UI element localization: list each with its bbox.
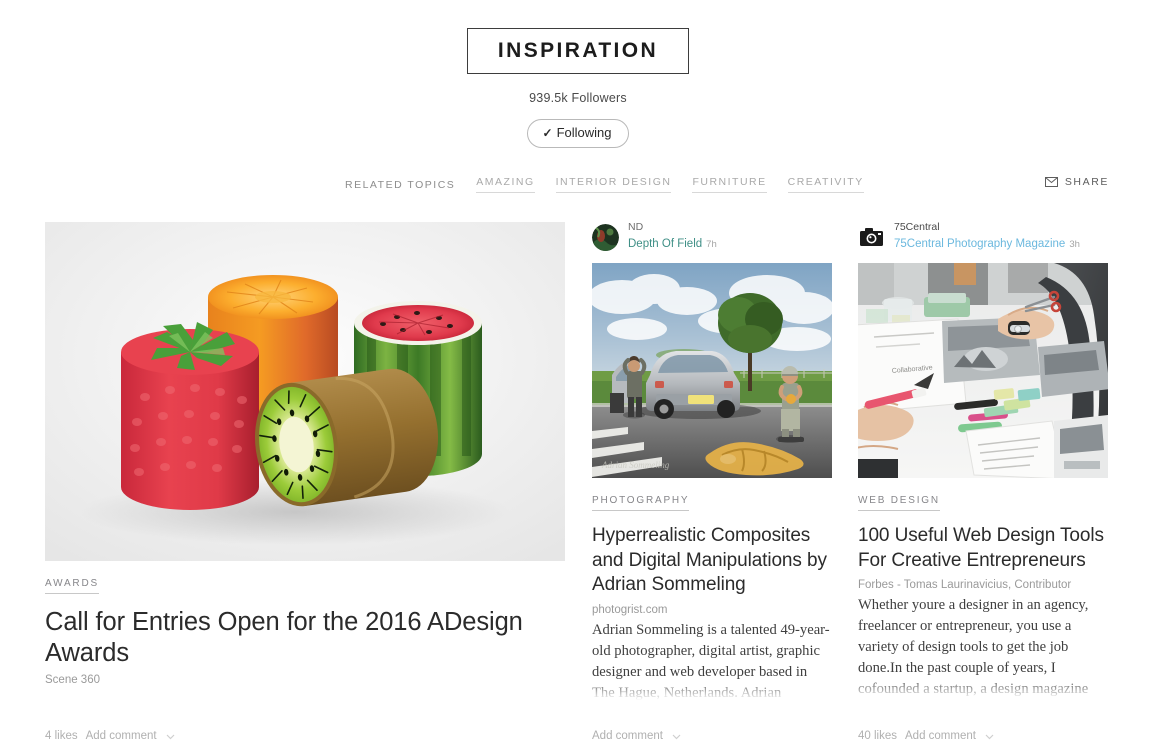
author-publication[interactable]: Depth Of Field [628, 238, 702, 250]
author-row-webdesign[interactable]: 75Central 75Central Photography Magazine… [858, 221, 1108, 252]
author-publication[interactable]: 75Central Photography Magazine [894, 238, 1065, 250]
likes-count[interactable]: 40 likes [858, 730, 897, 742]
article-excerpt-photography: Adrian Sommeling is a talented 49-year-o… [592, 620, 832, 704]
envelope-icon [1044, 177, 1058, 187]
avatar[interactable] [592, 223, 619, 251]
article-source-photography: photogrist.com [592, 604, 668, 617]
add-comment-button[interactable]: Add comment [86, 730, 157, 742]
follower-count: 939.5k Followers [529, 91, 627, 105]
author-name: ND [628, 221, 644, 234]
topic-chip-interior-design[interactable]: INTERIOR DESIGN [555, 176, 672, 193]
card-footer-webdesign: 40 likes Add comment [858, 726, 995, 746]
article-image-car-composite[interactable]: Adrian Sommeling [592, 263, 832, 478]
chevron-down-icon[interactable] [165, 731, 176, 742]
article-title-webdesign[interactable]: 100 Useful Web Design Tools For Creative… [858, 524, 1108, 573]
likes-count[interactable]: 4 likes [45, 730, 78, 742]
author-timestamp: 3h [1069, 238, 1080, 250]
check-icon: ✓ [542, 126, 553, 140]
category-label-awards[interactable]: AWARDS [45, 578, 99, 594]
card-footer-photography: Add comment [592, 726, 682, 746]
related-topics-label: RELATED TOPICS [345, 178, 456, 191]
card-footer-awards: 4 likes Add comment [45, 726, 176, 746]
author-text: ND Depth Of Field 7h [628, 221, 717, 252]
topic-chip-amazing[interactable]: AMAZING [476, 176, 535, 193]
article-grid: AWARDS Call for Entries Open for the 201… [0, 221, 1156, 750]
related-topics-bar: RELATED TOPICS AMAZING INTERIOR DESIGN F… [0, 176, 1156, 198]
article-source-awards: Scene 360 [45, 674, 100, 687]
article-image-desk-workspace[interactable]: Collaborative [858, 263, 1108, 478]
article-card-photography[interactable]: ND Depth Of Field 7h Adrian Sommeling PH… [592, 221, 832, 704]
page-title: INSPIRATION [466, 28, 690, 74]
avatar[interactable] [858, 223, 885, 251]
author-row-photography[interactable]: ND Depth Of Field 7h [592, 221, 832, 252]
category-label-photography[interactable]: PHOTOGRAPHY [592, 495, 690, 511]
share-button[interactable]: SHARE [1044, 176, 1109, 188]
topic-chip-furniture[interactable]: FURNITURE [692, 176, 767, 193]
article-title-photography[interactable]: Hyperrealistic Composites and Digital Ma… [592, 524, 832, 598]
article-source-webdesign: Forbes - Tomas Laurinavicius, Contributo… [858, 579, 1072, 592]
chevron-down-icon[interactable] [671, 731, 682, 742]
add-comment-button[interactable]: Add comment [905, 730, 976, 742]
category-label-webdesign[interactable]: WEB DESIGN [858, 495, 940, 511]
add-comment-button[interactable]: Add comment [592, 730, 663, 742]
author-timestamp: 7h [706, 238, 717, 250]
author-text: 75Central 75Central Photography Magazine… [894, 221, 1080, 252]
article-excerpt-webdesign: Whether youre a designer in an agency, f… [858, 595, 1108, 704]
flipboard-topic-page: INSPIRATION 939.5k Followers ✓ Following … [0, 0, 1156, 750]
share-button-label: SHARE [1064, 176, 1109, 188]
topic-header: INSPIRATION 939.5k Followers ✓ Following [0, 0, 1156, 148]
following-button-label: Following [556, 125, 612, 140]
article-title-awards[interactable]: Call for Entries Open for the 2016 ADesi… [45, 607, 565, 668]
chevron-down-icon[interactable] [984, 731, 995, 742]
author-name: 75Central [894, 221, 940, 234]
article-image-fruit-stools[interactable] [45, 222, 565, 561]
following-button[interactable]: ✓ Following [526, 119, 630, 148]
svg-text:Adrian Sommeling: Adrian Sommeling [601, 460, 670, 470]
article-card-webdesign[interactable]: 75Central 75Central Photography Magazine… [858, 221, 1108, 704]
article-card-awards[interactable]: AWARDS Call for Entries Open for the 201… [45, 222, 565, 686]
topic-chip-creativity[interactable]: CREATIVITY [787, 176, 864, 193]
